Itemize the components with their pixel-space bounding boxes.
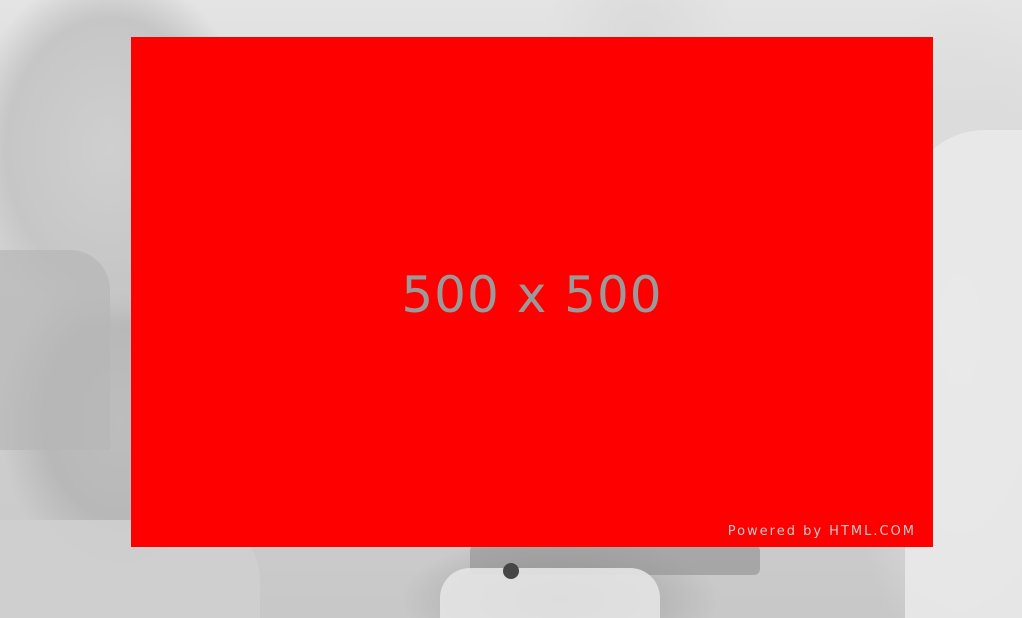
background-photo-detail [0,250,110,450]
placeholder-dimensions-text: 500 x 500 [401,266,663,324]
pagination-dot-active[interactable] [503,563,519,579]
slide-placeholder-image: 500 x 500 Powered by HTML.COM [131,37,933,547]
slider-pagination [0,563,1022,579]
slider-section: 500 x 500 Powered by HTML.COM [0,0,1022,618]
placeholder-credit-text: Powered by HTML.COM [727,524,916,539]
